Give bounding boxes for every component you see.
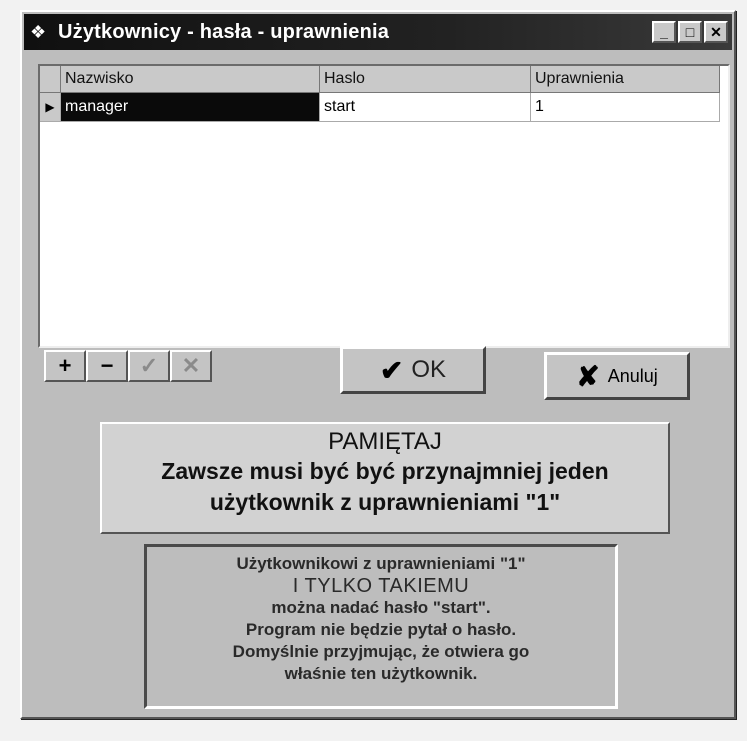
maximize-button[interactable]: □ xyxy=(678,21,702,43)
info-line-2: I TYLKO TAKIEMU xyxy=(292,575,470,597)
navigator-toolbar: + − ✓ ✕ xyxy=(44,350,212,382)
column-header-haslo[interactable]: Haslo xyxy=(319,66,531,93)
info-panel: Użytkownikowi z uprawnieniami "1" I TYLK… xyxy=(144,544,618,709)
reminder-heading: PAMIĘTAJ xyxy=(328,428,442,455)
plus-icon: + xyxy=(58,353,72,378)
cancel-edit-button[interactable]: ✕ xyxy=(170,350,212,382)
table-header-row: Nazwisko Haslo Uprawnienia xyxy=(40,66,720,93)
cross-icon: ✘ xyxy=(576,360,600,392)
reminder-line-2: użytkownik z uprawnieniami "1" xyxy=(209,489,561,515)
checkmark-icon: ✔ xyxy=(379,354,404,386)
title-bar[interactable]: ❖ Użytkownicy - hasła - uprawnienia _ □ … xyxy=(24,14,732,50)
cancel-label: Anuluj xyxy=(607,365,658,386)
info-line-4: Program nie będzie pytał o hasło. xyxy=(245,620,517,639)
app-icon[interactable]: ❖ xyxy=(30,21,52,43)
post-record-button[interactable]: ✓ xyxy=(128,350,170,382)
delete-record-button[interactable]: − xyxy=(86,350,128,382)
info-line-6: właśnie ten użytkownik. xyxy=(284,664,478,683)
column-header-nazwisko[interactable]: Nazwisko xyxy=(60,66,320,93)
ok-button[interactable]: ✔ OK xyxy=(340,346,486,394)
info-line-3: można nadać hasło "start". xyxy=(271,598,491,617)
reminder-line-1: Zawsze musi być być przynajmniej jeden xyxy=(161,458,609,484)
cancel-button[interactable]: ✘ Anuluj xyxy=(544,352,690,400)
ok-label: OK xyxy=(411,356,447,383)
reminder-panel: PAMIĘTAJ Zawsze musi być być przynajmnie… xyxy=(100,422,670,534)
users-table: Nazwisko Haslo Uprawnienia ▶ manager sta… xyxy=(40,66,720,122)
info-line-5: Domyślnie przyjmując, że otwiera go xyxy=(232,642,530,661)
cell-nazwisko[interactable]: manager xyxy=(60,92,320,122)
row-indicator-icon: ▶ xyxy=(40,92,61,122)
checkmark-icon: ✓ xyxy=(139,353,159,378)
window-title: Użytkownicy - hasła - uprawnienia xyxy=(58,20,390,43)
column-header-uprawnienia[interactable]: Uprawnienia xyxy=(530,66,720,93)
minimize-button[interactable]: _ xyxy=(652,21,676,43)
indicator-header xyxy=(40,66,61,93)
users-dialog: ❖ Użytkownicy - hasła - uprawnienia _ □ … xyxy=(20,10,736,719)
minus-icon: − xyxy=(100,353,114,378)
cell-haslo[interactable]: start xyxy=(319,92,531,122)
window-controls: _ □ ✕ xyxy=(652,21,728,43)
users-grid[interactable]: Nazwisko Haslo Uprawnienia ▶ manager sta… xyxy=(38,64,730,348)
info-line-1: Użytkownikowi z uprawnieniami "1" xyxy=(236,554,526,573)
cell-uprawnienia[interactable]: 1 xyxy=(530,92,720,122)
close-button[interactable]: ✕ xyxy=(704,21,728,43)
add-record-button[interactable]: + xyxy=(44,350,86,382)
table-row[interactable]: ▶ manager start 1 xyxy=(40,92,720,122)
cross-icon: ✕ xyxy=(181,353,201,378)
